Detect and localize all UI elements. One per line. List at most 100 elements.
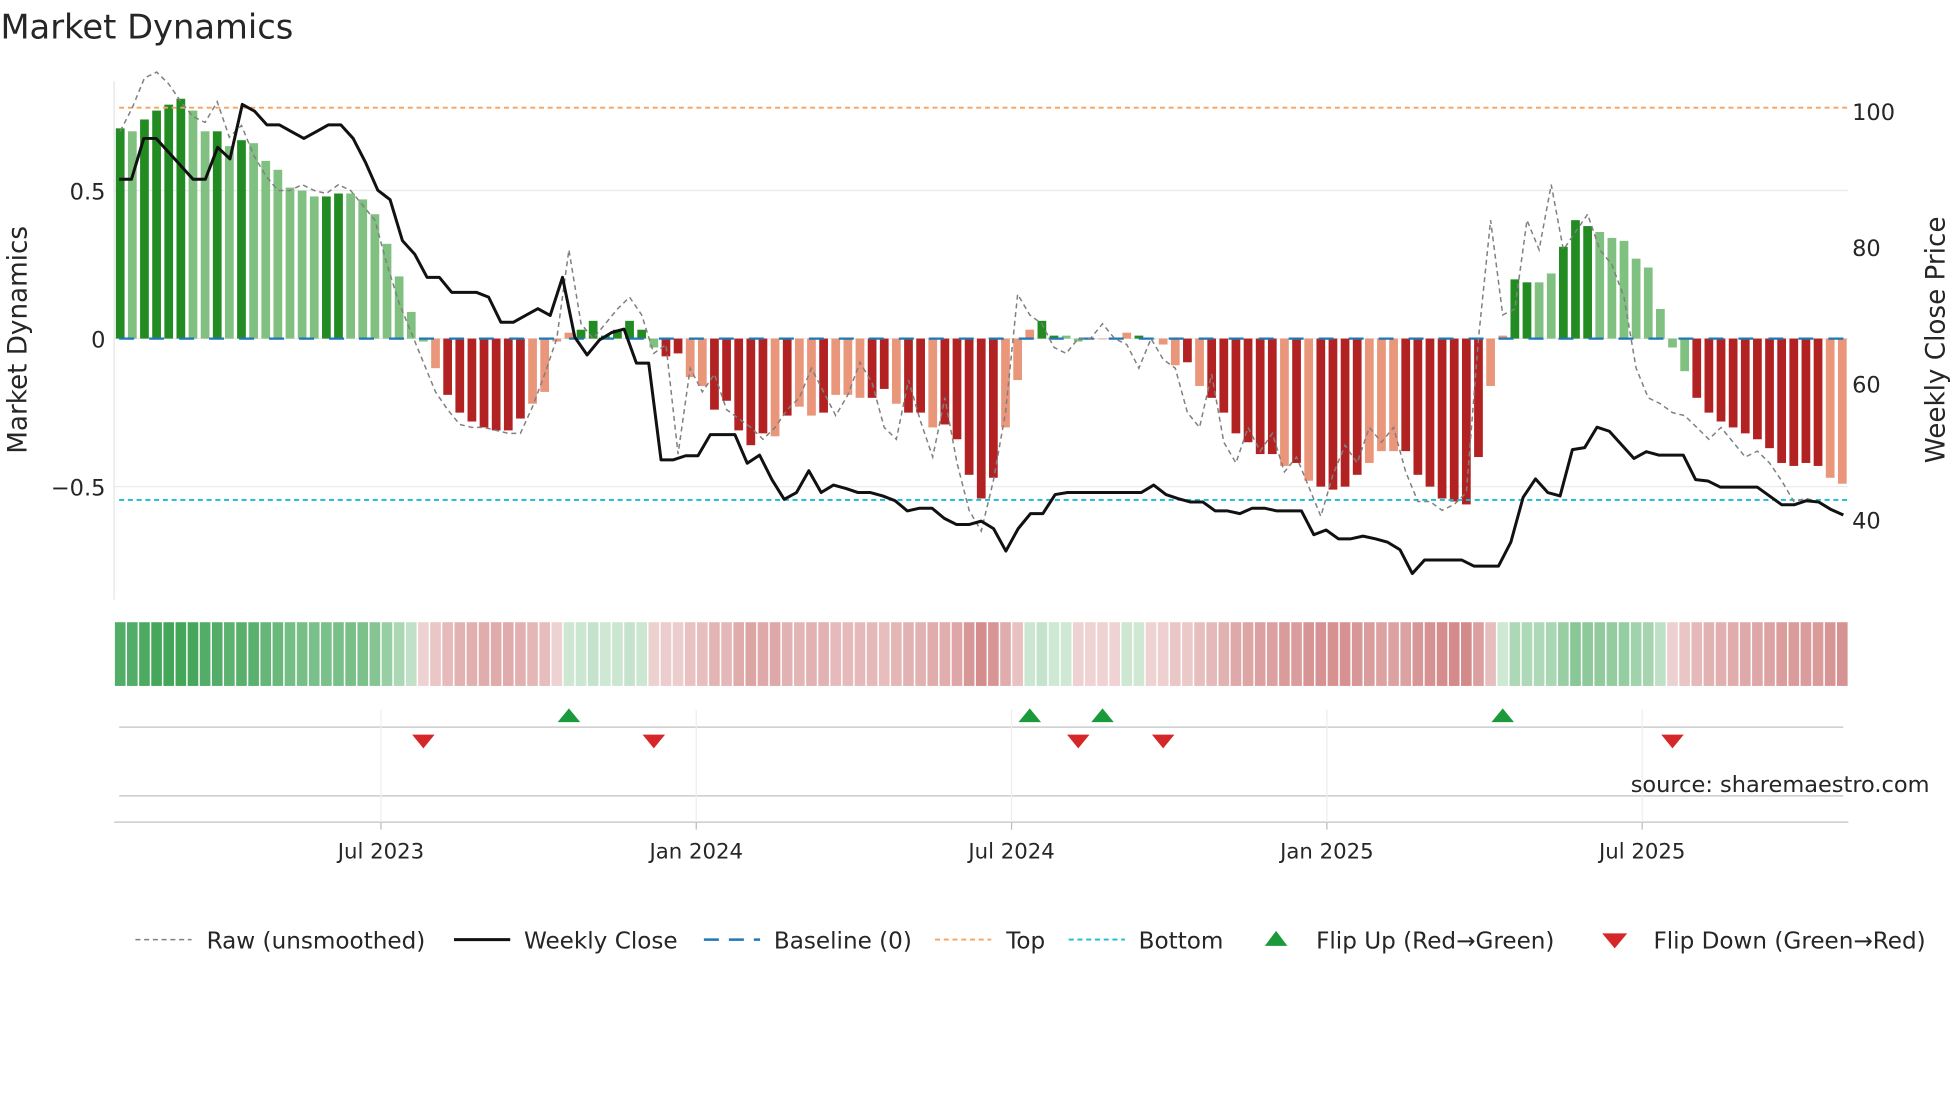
bar [1255, 338, 1265, 455]
legend-item-raw: Raw (unsmoothed) [135, 928, 425, 954]
y-tick-label: 0.5 [70, 179, 106, 205]
strip-cell [878, 622, 890, 686]
bar [891, 338, 901, 404]
bar [1231, 338, 1241, 434]
bar [1825, 338, 1835, 478]
flip-up-marker [1491, 708, 1514, 723]
strip-cell [369, 622, 381, 686]
strip-cell [1194, 622, 1205, 686]
strip-cell [1764, 622, 1775, 686]
bar [1267, 338, 1277, 455]
strip-cell [296, 622, 308, 686]
regime-strip [114, 622, 1848, 686]
strip-cell [903, 622, 914, 686]
strip-cell [866, 622, 878, 686]
strip-cell [454, 622, 466, 686]
bar [794, 338, 804, 407]
strip-cell [1024, 622, 1036, 686]
bar [1425, 338, 1435, 487]
strip-cell [175, 622, 187, 686]
strip-cell [1594, 622, 1606, 686]
strip-cell [672, 622, 684, 686]
legend-label: Bottom [1139, 928, 1224, 954]
legend-flip-down-icon [1602, 933, 1628, 949]
strip-cell [563, 622, 575, 686]
strip-cell [733, 622, 745, 686]
bar [940, 338, 950, 425]
strip-cell [1461, 622, 1472, 686]
bar [1304, 338, 1314, 481]
strip-cell [1812, 622, 1824, 686]
bar [140, 119, 149, 339]
strip-cell [1072, 622, 1084, 686]
bar [273, 169, 283, 339]
strip-cell [1339, 622, 1351, 686]
strip-cell [818, 622, 829, 686]
strip-cell [1388, 622, 1399, 686]
strip-cell [781, 622, 793, 686]
legend-item-close: Weekly Close [453, 928, 678, 954]
strip-cell [709, 622, 720, 686]
bar [1704, 338, 1714, 413]
bar [1813, 338, 1823, 466]
strip-cell [1036, 622, 1048, 686]
bar [370, 214, 380, 339]
bar [1364, 338, 1374, 463]
strip-cell [1351, 622, 1363, 686]
bar [1401, 338, 1411, 452]
strip-cell [830, 622, 842, 686]
strip-cell [539, 622, 550, 686]
y-tick-label: 0 [91, 327, 105, 353]
bar [1789, 338, 1799, 466]
bar [758, 338, 768, 434]
strip-cell [1000, 622, 1011, 686]
strip-cell [660, 622, 672, 686]
bar [1025, 329, 1035, 339]
y-axis-label: Market Dynamics [4, 226, 34, 454]
strip-cell [405, 622, 417, 686]
legend-item-bottom: Bottom [1068, 928, 1224, 954]
strip-cell [478, 622, 490, 686]
flip-down-marker [1067, 734, 1090, 749]
strip-cell [1800, 622, 1812, 686]
strip-cell [1655, 622, 1666, 686]
strip-cell [127, 622, 138, 686]
bar [443, 338, 453, 395]
bar [261, 160, 271, 339]
bar [1510, 279, 1520, 339]
strip-cell [1788, 622, 1800, 686]
bar [358, 199, 368, 339]
bar [1195, 338, 1204, 386]
strip-cell [1109, 622, 1120, 686]
bar [1765, 338, 1774, 449]
bar [1656, 308, 1665, 339]
x-tick-label: Jan 2024 [647, 839, 743, 864]
y2-axis-label: Weekly Close Price [1922, 217, 1952, 464]
strip-cell [1364, 622, 1375, 686]
bar [867, 338, 877, 398]
strip-cell [1739, 622, 1751, 686]
strip-cell [1509, 622, 1521, 686]
bar [1389, 338, 1398, 452]
strip-cell [1618, 622, 1630, 686]
strip-cell [1327, 622, 1339, 686]
bar [322, 196, 331, 339]
bar [1716, 338, 1726, 422]
strip-cell [1097, 622, 1108, 686]
bar [431, 338, 440, 369]
bar [1158, 338, 1168, 345]
strip-cell [1497, 622, 1509, 686]
strip-cell [187, 622, 199, 686]
bar [576, 329, 586, 339]
bar [346, 193, 355, 339]
bar [928, 338, 938, 428]
strip-cell [1412, 622, 1424, 686]
strip-cell [842, 622, 854, 686]
bar [1377, 338, 1386, 452]
bar [1753, 338, 1762, 440]
strip-cell [272, 622, 284, 686]
bar [1643, 267, 1653, 339]
strip-cell [466, 622, 478, 686]
strip-cell [418, 622, 429, 686]
legend-item-baseline: Baseline (0) [703, 928, 912, 954]
